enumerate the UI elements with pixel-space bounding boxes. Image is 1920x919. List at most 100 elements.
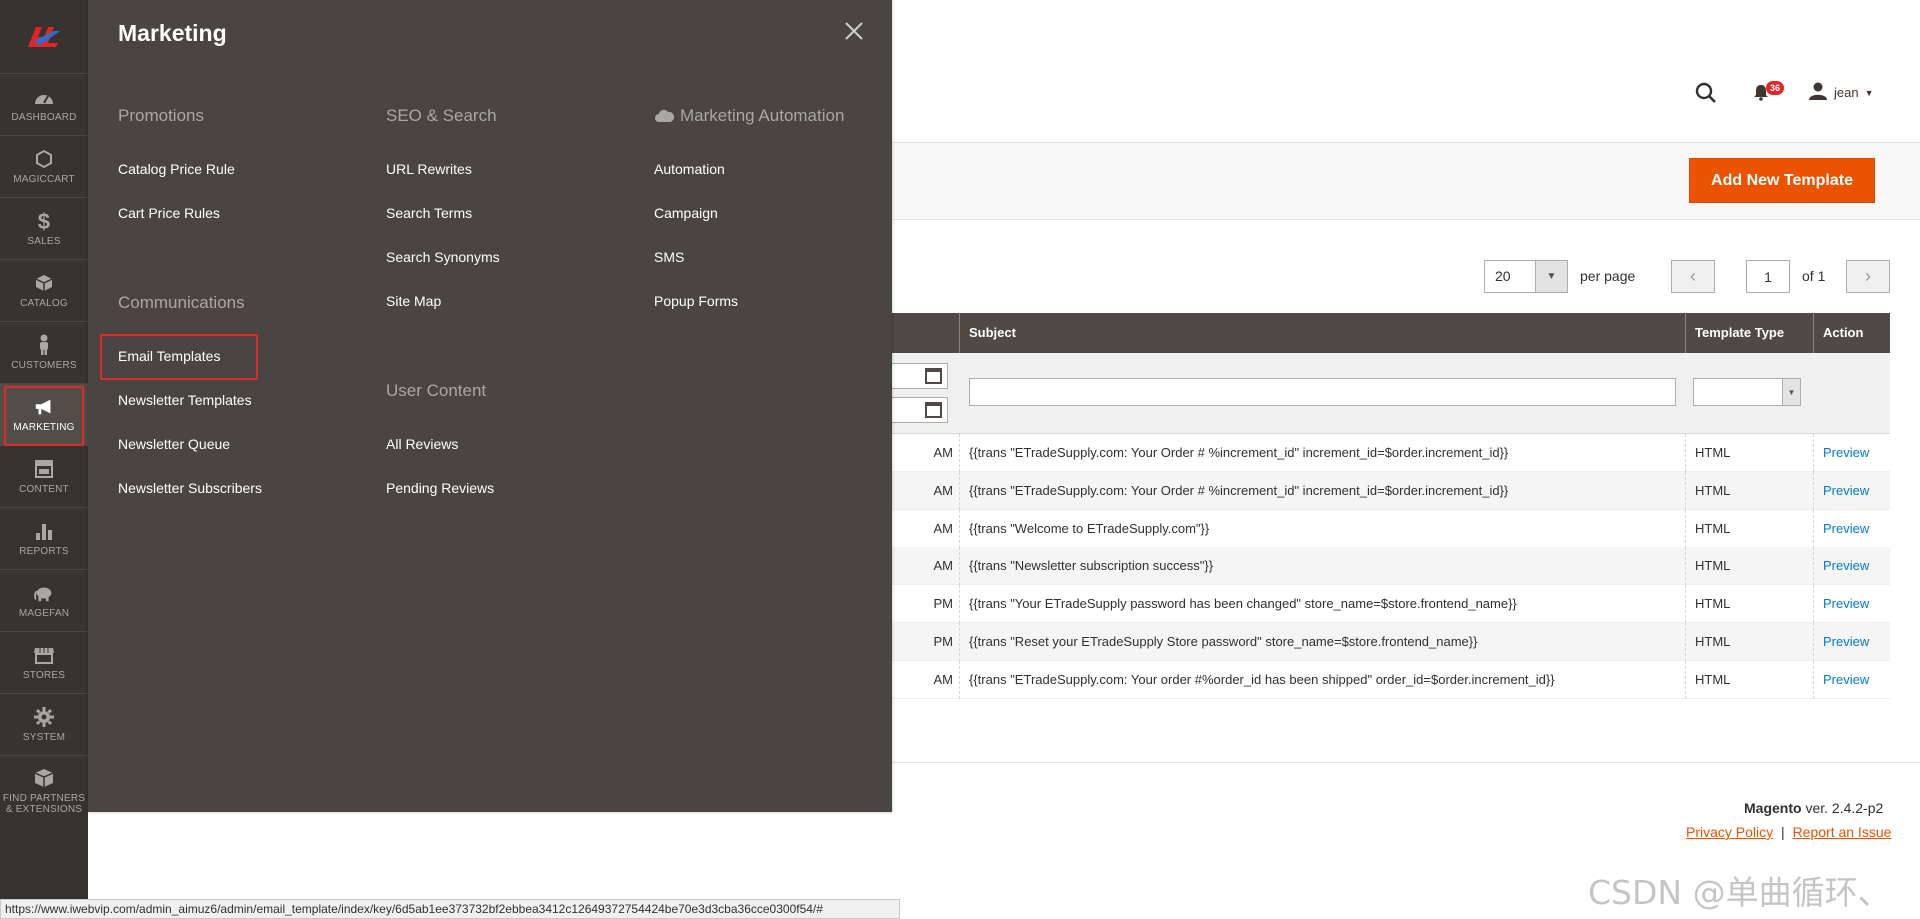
cell-template-type: HTML (1685, 585, 1813, 624)
nav-item-magefan[interactable]: MAGEFAN (0, 570, 88, 632)
cell-added: AM (933, 520, 954, 536)
preview-link[interactable]: Preview (1813, 623, 1890, 661)
grid-header-subject[interactable]: Subject (959, 313, 1685, 353)
user-menu[interactable]: jean ▼ (1808, 82, 1874, 103)
cell-added: AM (933, 558, 954, 574)
date-from-field[interactable] (892, 363, 948, 389)
nav-label: CONTENT (19, 484, 69, 495)
preview-link[interactable]: Preview (1813, 509, 1890, 548)
privacy-policy-link[interactable]: Privacy Policy (1686, 824, 1773, 840)
preview-link[interactable]: Preview (1813, 471, 1890, 510)
menu-link-popup-forms[interactable]: Popup Forms (654, 293, 738, 309)
date-to-field[interactable] (892, 397, 948, 423)
admin-sidebar: DASHBOARD MAGICCART $ SALES CATALOG CUST… (0, 0, 88, 919)
menu-link-email-templates[interactable]: Email Templates (118, 348, 220, 364)
preview-link[interactable]: Preview (1813, 434, 1890, 472)
cell-template-type: HTML (1685, 547, 1813, 586)
next-page-button[interactable]: › (1846, 260, 1890, 293)
menu-link-automation[interactable]: Automation (654, 161, 725, 177)
per-page-label: per page (1580, 268, 1636, 284)
close-icon[interactable] (843, 20, 867, 44)
per-page-value: 20 (1495, 268, 1511, 284)
menu-link-all-reviews[interactable]: All Reviews (386, 436, 458, 452)
user-name: jean (1834, 85, 1859, 100)
nav-item-marketing[interactable]: MARKETING (0, 384, 88, 446)
add-new-template-button[interactable]: Add New Template (1689, 158, 1875, 203)
table-row[interactable]: AM {{trans "ETradeSupply.com: Your Order … (892, 434, 1890, 472)
chevron-down-icon[interactable]: ▼ (1535, 261, 1567, 292)
search-icon[interactable] (1695, 82, 1717, 109)
previous-page-button[interactable]: ‹ (1671, 260, 1715, 293)
preview-link[interactable]: Preview (1813, 547, 1890, 586)
cell-added: AM (933, 445, 954, 460)
page-number-input[interactable]: 1 (1746, 260, 1790, 293)
menu-link-url-rewrites[interactable]: URL Rewrites (386, 161, 472, 177)
cell-added: PM (933, 634, 954, 649)
preview-link[interactable]: Preview (1813, 660, 1890, 699)
per-page-select[interactable]: 20 ▼ (1484, 260, 1568, 293)
notifications-badge[interactable]: 36 (1766, 81, 1785, 95)
menu-link-search-terms[interactable]: Search Terms (386, 205, 472, 221)
chevron-left-icon: ‹ (1690, 266, 1696, 286)
store-icon (33, 644, 55, 666)
subject-filter-input[interactable] (969, 378, 1676, 406)
footer-version: ver. 2.4.2-p2 (1805, 800, 1884, 816)
cell-template-type: HTML (1685, 623, 1813, 661)
table-row[interactable]: AM {{trans "ETradeSupply.com: Your Order … (892, 471, 1890, 510)
nav-item-system[interactable]: SYSTEM (0, 694, 88, 756)
table-row[interactable]: AM {{trans "Welcome to ETradeSupply.com"}… (892, 509, 1890, 548)
menu-link-search-synonyms[interactable]: Search Synonyms (386, 249, 500, 265)
user-icon (1808, 82, 1828, 103)
nav-item-catalog[interactable]: CATALOG (0, 260, 88, 322)
section-title-communications: Communications (118, 293, 245, 312)
hexagon-icon (33, 148, 55, 170)
table-row[interactable]: AM {{trans "ETradeSupply.com: Your order … (892, 660, 1890, 699)
table-row[interactable]: AM {{trans "Newsletter subscription succe… (892, 547, 1890, 586)
marketing-flyout-menu: Marketing Promotions Catalog Price Rule … (88, 0, 892, 812)
footer-separator: | (1781, 824, 1785, 840)
nav-item-sales[interactable]: $ SALES (0, 198, 88, 260)
flyout-title: Marketing (118, 20, 227, 46)
table-row[interactable]: PM {{trans "Reset your ETradeSupply Store… (892, 623, 1890, 661)
nav-item-stores[interactable]: STORES (0, 632, 88, 694)
menu-link-catalog-price-rule[interactable]: Catalog Price Rule (118, 161, 235, 177)
nav-item-find-partners[interactable]: FIND PARTNERS & EXTENSIONS (0, 756, 88, 826)
menu-link-cart-price-rules[interactable]: Cart Price Rules (118, 205, 220, 221)
calendar-icon[interactable] (925, 368, 942, 384)
logo[interactable] (0, 0, 88, 74)
footer-links: Privacy Policy | Report an Issue (1686, 824, 1891, 840)
nav-item-reports[interactable]: REPORTS (0, 508, 88, 570)
template-type-filter-select[interactable]: ▼ (1693, 378, 1801, 406)
grid-header-action: Action (1813, 313, 1890, 353)
nav-item-content[interactable]: CONTENT (0, 446, 88, 508)
menu-link-sms[interactable]: SMS (654, 249, 684, 265)
menu-link-newsletter-queue[interactable]: Newsletter Queue (118, 436, 230, 452)
cell-subject: {{trans "ETradeSupply.com: Your order #%… (959, 660, 1685, 699)
cell-template-type: HTML (1685, 660, 1813, 699)
person-icon (33, 334, 55, 356)
menu-link-newsletter-subscribers[interactable]: Newsletter Subscribers (118, 480, 262, 496)
report-issue-link[interactable]: Report an Issue (1793, 824, 1892, 840)
calendar-icon[interactable] (925, 402, 942, 418)
menu-link-pending-reviews[interactable]: Pending Reviews (386, 480, 494, 496)
nav-highlight-box (4, 386, 84, 446)
grid-header-template-type[interactable]: Template Type (1685, 313, 1813, 353)
nav-item-magiccart[interactable]: MAGICCART (0, 136, 88, 198)
cell-subject: {{trans "Newsletter subscription success… (959, 547, 1685, 586)
preview-link[interactable]: Preview (1813, 585, 1890, 624)
watermark: CSDN @单曲循环、 (1588, 873, 1891, 912)
grid-header-added[interactable] (892, 313, 959, 353)
nav-label: CATALOG (20, 298, 68, 309)
menu-link-campaign[interactable]: Campaign (654, 205, 718, 221)
nav-label: STORES (22, 670, 66, 681)
nav-item-customers[interactable]: CUSTOMERS (0, 322, 88, 384)
magento-version: Magento ver. 2.4.2-p2 (1744, 800, 1883, 816)
nav-label: SYSTEM (22, 732, 66, 743)
section-title-marketing-automation: Marketing Automation (654, 106, 844, 128)
menu-link-newsletter-templates[interactable]: Newsletter Templates (118, 392, 252, 408)
table-row[interactable]: PM {{trans "Your ETradeSupply password ha… (892, 585, 1890, 624)
menu-link-site-map[interactable]: Site Map (386, 293, 441, 309)
nav-item-dashboard[interactable]: DASHBOARD (0, 74, 88, 136)
gear-icon (33, 706, 55, 728)
section-title-seo-search: SEO & Search (386, 106, 497, 125)
